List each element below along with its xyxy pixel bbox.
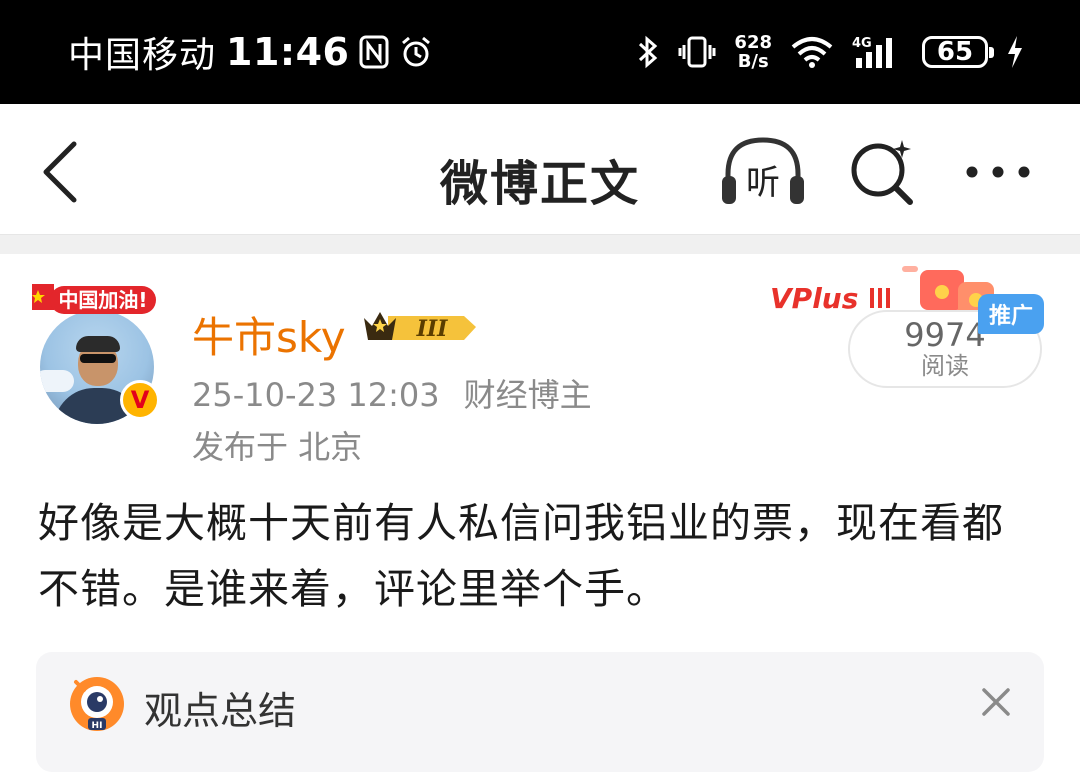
battery-level: 65 — [936, 37, 974, 67]
network-speed: 628 B/s — [734, 33, 772, 71]
read-count: 9974 — [904, 316, 986, 354]
more-options-button[interactable] — [962, 150, 1034, 194]
author-username[interactable]: 牛市sky — [192, 304, 346, 365]
listen-button[interactable]: 听 — [720, 134, 806, 210]
bluetooth-icon — [636, 34, 660, 70]
member-crown-badge[interactable]: III — [360, 306, 478, 348]
nfc-icon — [359, 35, 389, 69]
cellular-signal-icon: 4G — [852, 34, 904, 70]
post-content: 好像是大概十天前有人私信问我铝业的票，现在看都不错。是谁来着，评论里举个手。 — [38, 499, 1004, 613]
avatar-sunglasses — [80, 354, 116, 363]
post-date: 25-10-23 12:03 — [192, 376, 440, 414]
close-icon — [982, 688, 1010, 716]
close-summary-button[interactable] — [976, 682, 1016, 722]
listen-label: 听 — [746, 163, 780, 203]
wifi-icon — [790, 35, 834, 69]
avatar-hair — [76, 336, 120, 352]
battery-indicator: 65 — [922, 36, 994, 68]
summary-title: 观点总结 — [144, 689, 297, 733]
carrier-name: 中国移动 — [68, 35, 217, 76]
status-left: 中国移动 11:46 — [68, 28, 433, 76]
ai-robot-icon: HI — [70, 677, 124, 731]
verified-badge: V — [120, 380, 160, 420]
network-speed-value: 628 — [734, 32, 772, 53]
verification-label: 财经博主 — [463, 376, 592, 414]
post-meta: 25-10-23 12:03 财经博主 — [192, 370, 592, 416]
search-button[interactable] — [846, 134, 922, 210]
top-navigation-bar: 微博正文 听 — [0, 104, 1080, 234]
status-bar: 中国移动 11:46 628 B/s 4G 65 — [0, 0, 1080, 104]
network-type-label: 4G — [852, 36, 872, 51]
more-dots-icon — [966, 166, 1030, 178]
network-speed-unit: B/s — [737, 51, 769, 72]
status-right: 628 B/s 4G 65 — [636, 28, 1024, 76]
avatar-frame-text: 中国加油! — [58, 288, 147, 312]
alarm-icon — [399, 35, 433, 69]
read-label: 阅读 — [921, 352, 969, 380]
avatar-cloud — [40, 370, 74, 392]
headphones-icon: 听 — [722, 137, 804, 204]
level-badge-text: III — [416, 316, 449, 342]
author-avatar[interactable]: 中国加油! V — [32, 276, 172, 424]
opinion-summary-card[interactable]: HI 观点总结 — [36, 652, 1044, 772]
vplus-brand: VPlus — [770, 282, 858, 315]
status-time: 11:46 — [226, 30, 350, 74]
robot-badge-text: HI — [92, 721, 103, 731]
post-location: 发布于 北京 — [192, 428, 363, 466]
section-divider — [0, 234, 1080, 255]
avatar-frame-banner: 中国加油! — [32, 284, 156, 314]
charging-bolt-icon — [1006, 35, 1024, 69]
promoted-tag: 推广 — [978, 294, 1044, 334]
search-icon — [851, 140, 913, 205]
vibrate-icon — [678, 34, 716, 70]
post-card: 中国加油! V 牛市sky III 25-10-23 12:03 财经博主 发布于… — [0, 254, 1080, 772]
